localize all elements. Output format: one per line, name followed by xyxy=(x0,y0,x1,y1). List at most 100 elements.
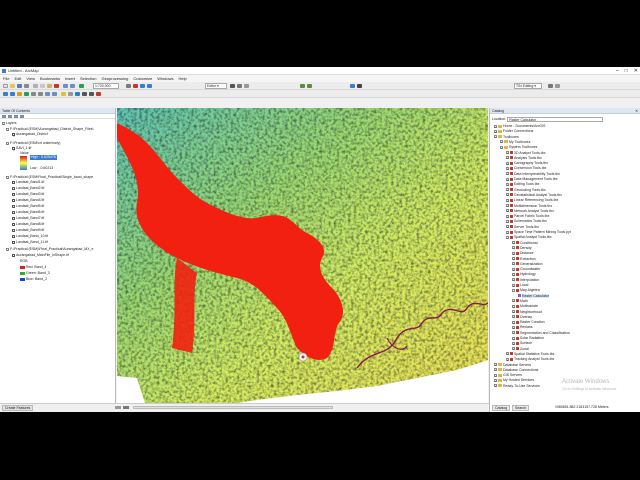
expand-icon[interactable]: + xyxy=(512,272,515,276)
expand-icon[interactable]: + xyxy=(494,368,497,372)
catalog-row[interactable]: + Math xyxy=(512,299,528,304)
checkbox[interactable] xyxy=(12,216,15,220)
catalog-row[interactable]: + Conditional xyxy=(512,241,538,246)
expand-icon[interactable]: + xyxy=(500,140,503,144)
save-icon[interactable] xyxy=(17,84,22,88)
select-features-icon[interactable] xyxy=(61,92,66,96)
catalog-row[interactable]: - Toolboxes xyxy=(494,135,519,140)
catalog-row[interactable]: + My Hosted Services xyxy=(494,378,534,383)
tin-tool-icon[interactable] xyxy=(548,84,553,88)
expand-icon[interactable]: + xyxy=(512,257,515,261)
toolbox-icon[interactable] xyxy=(133,84,138,88)
catalog-row[interactable]: + Folder Connections xyxy=(494,129,533,134)
print-icon[interactable] xyxy=(24,84,29,88)
expand-icon[interactable]: + xyxy=(494,129,497,133)
expand-icon[interactable]: + xyxy=(512,310,515,314)
expand-icon[interactable]: + xyxy=(506,177,509,181)
map-view[interactable] xyxy=(117,108,488,403)
expand-icon[interactable]: + xyxy=(512,299,515,303)
maximize-button[interactable]: □ xyxy=(625,67,628,75)
checkbox[interactable]: ✓ xyxy=(12,132,16,138)
fixed-zoom-out-icon[interactable] xyxy=(38,92,43,96)
catalog-row[interactable]: + Database Connections xyxy=(494,368,538,373)
redo-icon[interactable] xyxy=(70,84,75,88)
checkbox[interactable] xyxy=(12,204,15,208)
identify-icon[interactable] xyxy=(75,92,80,96)
catalog-row[interactable]: + Overlay xyxy=(512,315,532,320)
catalog-row[interactable]: + Server Tools.tbx xyxy=(506,225,539,230)
select-elements-icon[interactable] xyxy=(68,92,73,96)
expand-icon[interactable]: + xyxy=(506,188,509,192)
expand-icon[interactable]: + xyxy=(512,341,515,345)
catalog-row[interactable]: + Extraction xyxy=(512,257,536,262)
catalog-row[interactable]: +3D Analyst Tools.tbx xyxy=(506,151,545,156)
catalog-row[interactable]: + Ready-To-Use Services xyxy=(494,384,540,389)
python-icon[interactable] xyxy=(140,84,145,88)
checkbox[interactable] xyxy=(12,192,15,196)
expand-icon[interactable]: + xyxy=(512,241,515,245)
expand-icon[interactable]: + xyxy=(512,320,515,324)
checkbox[interactable] xyxy=(12,222,15,226)
catalog-row[interactable]: + Groundwater xyxy=(512,267,540,272)
catalog-row[interactable]: + Density xyxy=(512,246,532,251)
expand-icon[interactable]: + xyxy=(512,267,515,271)
search-tab[interactable]: Search xyxy=(512,405,530,411)
catalog-row[interactable]: + Segmentation and Classification xyxy=(512,331,570,336)
expand-icon[interactable]: + xyxy=(512,283,515,287)
close-button[interactable]: ✕ xyxy=(634,67,638,75)
menu-edit[interactable]: Edit xyxy=(14,75,21,82)
catalog-row[interactable]: + Space Time Pattern Mining Tools.pyt xyxy=(506,230,571,235)
expand-icon[interactable]: + xyxy=(512,278,515,282)
catalog-row[interactable]: + Neighborhood xyxy=(512,310,542,315)
catalog-row[interactable]: + Linear Referencing Tools.tbx xyxy=(506,198,558,203)
next-extent-icon[interactable] xyxy=(52,92,57,96)
toc-layer-row[interactable]: Landsat_Band2.tif xyxy=(12,186,44,191)
checkbox[interactable] xyxy=(12,180,15,184)
expand-icon[interactable]: + xyxy=(494,373,497,377)
collapse-icon[interactable]: - xyxy=(500,145,503,149)
expand-icon[interactable]: + xyxy=(506,214,509,218)
catalog-row[interactable]: + GIS Servers xyxy=(494,373,522,378)
catalog-row[interactable]: + Raster Creation xyxy=(512,320,545,325)
expand-icon[interactable]: + xyxy=(494,378,497,382)
edit-tool-icon[interactable] xyxy=(230,84,235,88)
collapse-icon[interactable]: - xyxy=(494,135,497,139)
catalog-row[interactable]: - Map Algebra xyxy=(512,288,540,293)
catalog-row[interactable]: + Multivariate xyxy=(512,304,538,309)
toc-layer-row[interactable]: Landsat_Band_10.tif xyxy=(12,234,48,239)
expand-icon[interactable]: + xyxy=(494,384,497,388)
pan-icon[interactable] xyxy=(17,92,22,96)
paste-icon[interactable] xyxy=(47,84,52,88)
expand-icon[interactable]: + xyxy=(512,304,515,308)
previous-extent-icon[interactable] xyxy=(45,92,50,96)
catalog-row[interactable]: + Conversion Tools.tbx xyxy=(506,166,546,171)
catalog-row[interactable]: + Reclass xyxy=(512,325,532,330)
checkbox[interactable] xyxy=(12,198,15,202)
catalog-row[interactable]: Raster Calculator xyxy=(518,293,550,299)
expand-icon[interactable]: + xyxy=(506,230,509,234)
expand-icon[interactable]: + xyxy=(506,204,509,208)
zoom-in-icon[interactable] xyxy=(3,92,8,96)
data-view-icon[interactable] xyxy=(123,406,129,409)
catalog-row[interactable]: + Zonal xyxy=(512,347,529,352)
catalog-row[interactable]: + Multidimension Tools.tbx xyxy=(506,204,552,209)
undo-icon[interactable] xyxy=(63,84,68,88)
new-map-icon[interactable] xyxy=(3,84,8,88)
horizontal-scrollbar[interactable] xyxy=(133,406,333,409)
catalog-row[interactable]: + Local xyxy=(512,283,528,288)
checkbox[interactable] xyxy=(12,228,15,232)
expand-icon[interactable]: + xyxy=(512,315,515,319)
tin-editing-menu[interactable]: TIN Editing ▾ xyxy=(514,83,542,89)
expand-icon[interactable]: + xyxy=(506,182,509,186)
list-by-source-icon[interactable] xyxy=(8,115,12,118)
expand-icon[interactable]: + xyxy=(506,193,509,197)
expand-icon[interactable]: + xyxy=(506,198,509,202)
tin-node-icon[interactable] xyxy=(555,84,560,88)
toc-layer-row[interactable]: Landsat_Band1.tif xyxy=(12,180,44,185)
full-extent-icon[interactable] xyxy=(24,92,29,96)
arctoolbox-icon[interactable] xyxy=(350,84,355,88)
catalog-row[interactable]: + Analysis Tools.tbx xyxy=(506,156,542,161)
find-icon[interactable] xyxy=(82,92,87,96)
expand-icon[interactable]: + xyxy=(506,156,509,160)
catalog-row[interactable]: + Interpolation xyxy=(512,278,539,283)
